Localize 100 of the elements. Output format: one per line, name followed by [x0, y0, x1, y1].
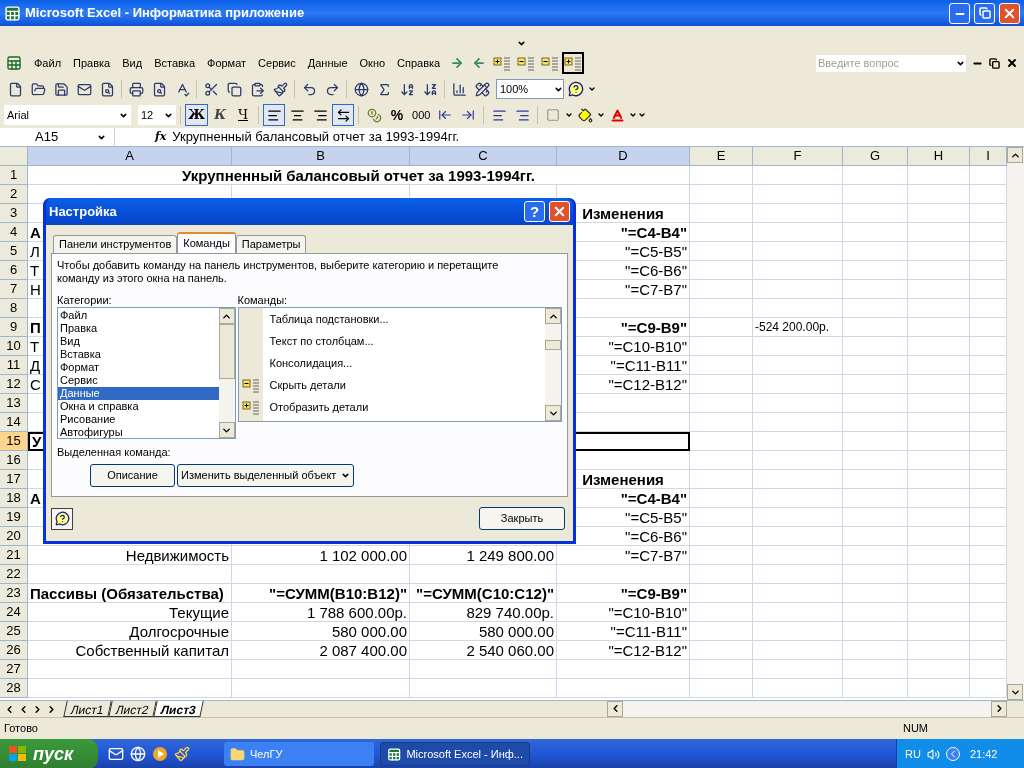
menu-item[interactable]: Формат — [201, 53, 253, 73]
menu-item[interactable]: Правка — [67, 53, 117, 73]
last-sheet-icon[interactable] — [46, 703, 57, 715]
italic-button[interactable]: К — [209, 104, 232, 126]
command-item[interactable]: Таблица подстановки... — [269, 310, 389, 328]
commands-list[interactable]: Таблица подстановки... Текст по столбцам... Консолидация... Скрыть детали Отобразить детали — [237, 307, 562, 422]
caret-icon[interactable] — [954, 54, 966, 72]
row-header[interactable]: 7 — [0, 280, 28, 299]
menu-item[interactable]: Данные — [301, 53, 354, 73]
media-player-icon[interactable] — [152, 746, 168, 762]
describe-button[interactable]: Описание — [90, 463, 175, 487]
close-icon[interactable] — [1006, 57, 1018, 69]
categories-list[interactable]: Файл Правка Вид Вставка Формат Сервис Данные Окна и справка Рисование Автофигуры — [57, 307, 236, 439]
sheet-tab[interactable]: Лист3 — [152, 701, 204, 717]
restore-icon[interactable] — [989, 57, 1000, 69]
column-header[interactable]: E — [690, 147, 753, 166]
caret-icon[interactable] — [565, 111, 574, 119]
category-item[interactable]: Вид — [58, 335, 219, 348]
question-field[interactable]: Введите вопрос — [816, 54, 954, 72]
row-header[interactable]: 19 — [0, 508, 28, 527]
menu-item[interactable]: Вставка — [148, 53, 201, 73]
column-header[interactable]: B — [232, 147, 410, 166]
dialog-tab[interactable]: Команды — [177, 232, 236, 253]
column-header[interactable]: C — [410, 147, 557, 166]
command-item[interactable]: Текст по столбцам... — [269, 332, 374, 350]
tray-icon[interactable] — [926, 747, 940, 761]
category-item[interactable]: Окна и справка — [58, 400, 219, 413]
caret-icon[interactable] — [597, 111, 606, 119]
menu-item[interactable]: Окно — [353, 53, 392, 73]
row-header[interactable]: 8 — [0, 299, 28, 318]
category-item[interactable]: Данные — [58, 387, 219, 400]
scrollbar[interactable] — [545, 308, 561, 421]
scrollbar-thumb[interactable] — [545, 340, 561, 350]
font-dropdown[interactable]: Arial — [4, 105, 131, 125]
row-header[interactable]: 21 — [0, 546, 28, 565]
column-header[interactable]: G — [843, 147, 908, 166]
mail-icon[interactable] — [108, 746, 124, 762]
menu-item[interactable]: Файл — [28, 53, 68, 73]
next-sheet-icon[interactable] — [32, 703, 43, 715]
row-header[interactable]: 26 — [0, 641, 28, 660]
category-item[interactable]: Правка — [58, 322, 219, 335]
browser-icon[interactable] — [130, 746, 146, 762]
workbook-icon[interactable] — [6, 55, 22, 71]
scroll-down-icon[interactable] — [1007, 684, 1023, 700]
toolbar-options-icon[interactable] — [588, 85, 596, 93]
taskbar-button[interactable]: ЧелГУ — [224, 742, 374, 766]
expand-outline-icon[interactable] — [562, 52, 585, 74]
row-header[interactable]: 18 — [0, 489, 28, 508]
zoom-dropdown[interactable]: 100% — [496, 79, 564, 99]
paint-icon[interactable] — [174, 746, 190, 762]
column-header[interactable]: A — [28, 147, 232, 166]
scroll-right-icon[interactable] — [991, 700, 1007, 717]
row-header[interactable]: 6 — [0, 261, 28, 280]
row-header[interactable]: 15 — [0, 432, 28, 451]
align-merge-icon[interactable] — [332, 104, 355, 126]
row-header[interactable]: 3 — [0, 204, 28, 223]
category-item[interactable]: Рисование — [58, 413, 219, 426]
command-item[interactable]: Отобразить детали — [269, 398, 369, 416]
row-header[interactable]: 4 — [0, 223, 28, 242]
row-header[interactable]: 10 — [0, 337, 28, 356]
row-header[interactable]: 9 — [0, 318, 28, 337]
show-hidden-icons-icon[interactable] — [945, 747, 960, 761]
scroll-up-icon[interactable] — [1007, 147, 1023, 163]
category-item[interactable]: Сервис — [58, 374, 219, 387]
sheet-tab[interactable]: Лист1 — [63, 701, 112, 717]
formula-field[interactable]: Укрупненный балансовый отчет за 1993-1994гг. — [172, 128, 1024, 146]
menu-item[interactable]: Справка — [391, 53, 447, 73]
percent-button[interactable]: % — [386, 104, 409, 126]
start-button[interactable]: пуск — [0, 739, 98, 768]
scrollbar-thumb[interactable] — [218, 324, 235, 379]
toolbar-options-icon[interactable] — [638, 111, 647, 119]
column-header[interactable]: F — [753, 147, 843, 166]
row-header[interactable]: 23 — [0, 584, 28, 603]
row-header[interactable]: 27 — [0, 660, 28, 679]
row-header[interactable]: 14 — [0, 413, 28, 432]
row-header[interactable]: 20 — [0, 527, 28, 546]
align-left-icon[interactable] — [263, 104, 286, 126]
row-header[interactable]: 2 — [0, 185, 28, 204]
dialog-tab[interactable]: Панели инструментов — [53, 235, 178, 253]
row-header[interactable]: 12 — [0, 375, 28, 394]
scroll-left-icon[interactable] — [607, 700, 623, 717]
taskbar-button[interactable]: Microsoft Excel - Инф... — [380, 742, 530, 766]
scroll-down-icon[interactable] — [218, 422, 235, 438]
help-button[interactable]: ? — [524, 201, 545, 222]
command-item[interactable]: Консолидация... — [269, 354, 353, 372]
category-item[interactable]: Формат — [58, 361, 219, 374]
close-button[interactable]: Закрыть — [479, 507, 565, 530]
scroll-up-icon[interactable] — [545, 308, 561, 324]
scrollbar[interactable] — [218, 308, 235, 438]
vertical-scrollbar[interactable] — [1007, 147, 1024, 700]
bold-button[interactable]: Ж — [185, 104, 209, 126]
row-header[interactable]: 13 — [0, 394, 28, 413]
row-header[interactable]: 5 — [0, 242, 28, 261]
scroll-up-icon[interactable] — [218, 308, 235, 324]
row-header[interactable]: 11 — [0, 356, 28, 375]
row-header[interactable]: 22 — [0, 565, 28, 584]
dialog-tab[interactable]: Параметры — [235, 235, 307, 253]
row-header[interactable]: 16 — [0, 451, 28, 470]
column-header[interactable]: D — [557, 147, 690, 166]
font-size-dropdown[interactable]: 12 — [138, 105, 176, 125]
